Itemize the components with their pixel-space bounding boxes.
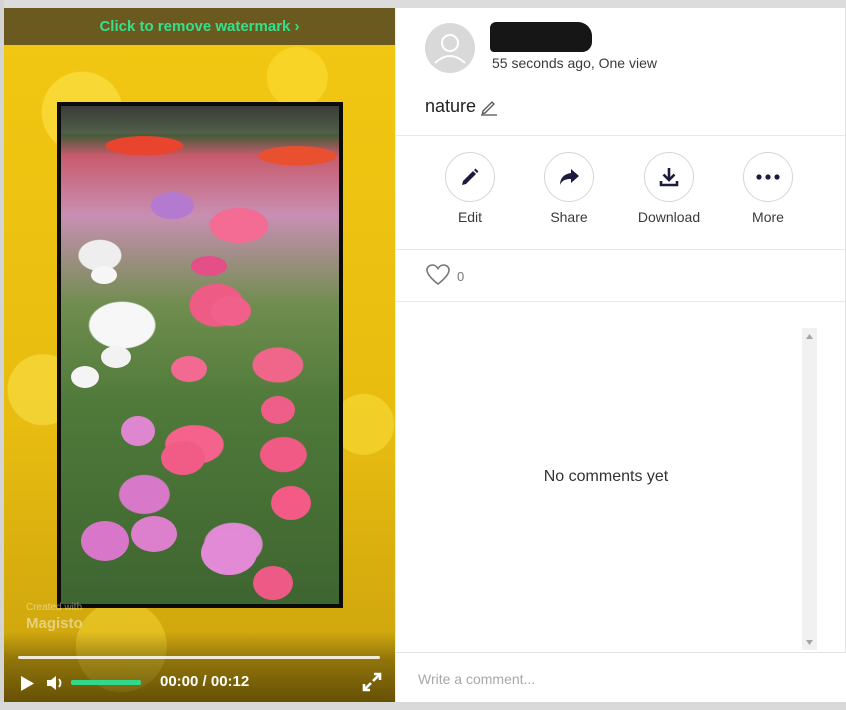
play-button[interactable] bbox=[18, 674, 36, 692]
edit-label: Edit bbox=[457, 209, 483, 225]
download-icon bbox=[659, 168, 679, 187]
edit-title-button[interactable] bbox=[480, 98, 498, 116]
photo-sky bbox=[61, 106, 339, 134]
watermark-brand-text: Magisto bbox=[26, 615, 83, 632]
download-action-circle bbox=[644, 152, 694, 202]
scroll-down-arrow[interactable] bbox=[802, 636, 817, 648]
post-title: nature bbox=[425, 96, 477, 116]
more-label: More bbox=[752, 209, 784, 225]
photo-pink-flower bbox=[171, 356, 207, 382]
backdrop-bottom bbox=[0, 702, 846, 710]
flower-field-photo bbox=[61, 106, 339, 604]
photo-pink-flower bbox=[261, 396, 295, 424]
remove-watermark-link[interactable]: Click to remove watermark › bbox=[4, 8, 395, 45]
photo-pink-flower bbox=[191, 256, 227, 276]
photo-pink-flower bbox=[271, 486, 311, 520]
heart-icon bbox=[426, 264, 450, 286]
user-avatar-icon bbox=[434, 34, 466, 64]
comment-input[interactable] bbox=[418, 667, 818, 691]
more-action-button[interactable]: More bbox=[720, 152, 816, 225]
photo-pink-flower bbox=[211, 296, 251, 326]
photo-lavender-flower bbox=[121, 416, 155, 446]
photo-lavender-flower bbox=[81, 521, 129, 561]
photo-lavender-flower bbox=[201, 531, 257, 575]
photo-white-flower bbox=[71, 366, 99, 388]
scroll-up-arrow[interactable] bbox=[802, 330, 817, 342]
edit-action-circle bbox=[445, 152, 495, 202]
actions-toolbar: Edit Share Download More bbox=[396, 136, 846, 250]
comment-composer bbox=[396, 652, 846, 702]
avatar[interactable] bbox=[425, 23, 475, 73]
volume-button[interactable] bbox=[46, 674, 66, 692]
author-name bbox=[490, 29, 494, 44]
share-action-circle bbox=[544, 152, 594, 202]
no-comments-message: No comments yet bbox=[543, 468, 669, 485]
likes-row: 0 bbox=[396, 250, 846, 302]
post-title-row: nature bbox=[425, 96, 498, 117]
video-progress-bar[interactable] bbox=[18, 656, 380, 659]
photo-pink-flower bbox=[161, 441, 205, 475]
volume-slider[interactable] bbox=[71, 680, 141, 685]
watermark-small-text: Created with bbox=[26, 602, 83, 613]
edit-action-button[interactable]: Edit bbox=[422, 152, 518, 225]
fullscreen-icon bbox=[362, 672, 382, 692]
video-frame bbox=[57, 102, 343, 608]
post-meta: 55 seconds ago, One view bbox=[492, 55, 657, 71]
photo-white-flower bbox=[101, 346, 131, 368]
magisto-watermark: Created with Magisto bbox=[26, 602, 83, 632]
pencil-outline-icon bbox=[481, 100, 498, 116]
like-count: 0 bbox=[457, 269, 465, 284]
photo-pink-flower bbox=[253, 566, 293, 600]
author-header: 55 seconds ago, One view nature bbox=[396, 8, 846, 136]
photo-white-flower bbox=[91, 266, 117, 284]
post-details-panel: 55 seconds ago, One view nature Edit Sha… bbox=[395, 8, 846, 702]
share-action-button[interactable]: Share bbox=[521, 152, 617, 225]
photo-lavender-flower bbox=[131, 516, 177, 552]
share-label: Share bbox=[550, 209, 588, 225]
like-button[interactable] bbox=[425, 263, 451, 287]
time-readout: 00:00 / 00:12 bbox=[160, 673, 250, 690]
volume-icon bbox=[47, 676, 62, 690]
more-action-circle bbox=[743, 152, 793, 202]
backdrop-top bbox=[0, 0, 846, 8]
volume-level bbox=[71, 680, 141, 685]
pencil-icon bbox=[462, 168, 479, 185]
caret-down-icon bbox=[806, 639, 813, 645]
comments-scrollbar[interactable] bbox=[802, 328, 817, 650]
author-name-redacted[interactable] bbox=[490, 22, 592, 52]
caret-up-icon bbox=[806, 333, 813, 339]
share-arrow-icon bbox=[560, 169, 579, 185]
comments-list: No comments yet bbox=[396, 302, 846, 652]
more-dots-icon bbox=[756, 174, 780, 180]
video-player[interactable]: Click to remove watermark › Created with… bbox=[4, 8, 395, 702]
remove-watermark-label: Click to remove watermark › bbox=[99, 18, 300, 35]
play-icon bbox=[21, 675, 34, 691]
download-label: Download bbox=[637, 209, 701, 225]
download-action-button[interactable]: Download bbox=[621, 152, 717, 225]
fullscreen-button[interactable] bbox=[362, 672, 382, 692]
